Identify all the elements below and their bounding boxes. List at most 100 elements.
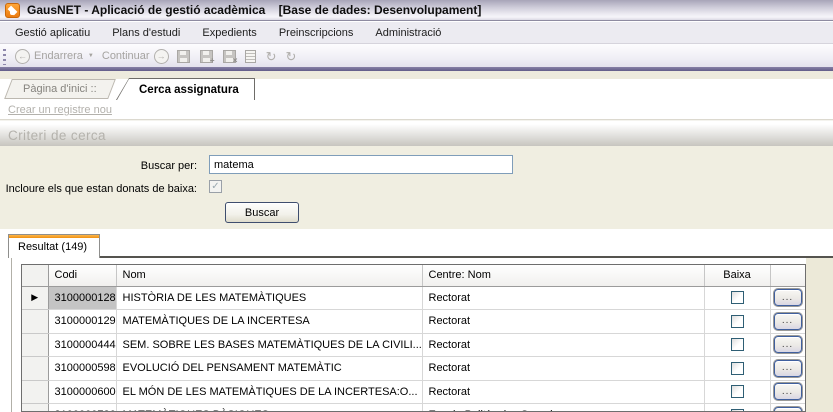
cell-centre[interactable]: Escola Politècnica Superior — [422, 403, 705, 411]
title-bar: GausNET - Aplicació de gestió acadèmica … — [0, 0, 833, 21]
back-button-label: Endarrera — [34, 50, 83, 62]
tab-pagina-inici[interactable]: Pàgina d'inici :: — [4, 79, 116, 99]
row-detail-button[interactable]: ... — [773, 383, 802, 401]
tab-resultat-label: Resultat (149) — [18, 240, 88, 253]
toolbar: ← Endarrera ▼ Continuar → + × ↻ ↻ — [0, 44, 833, 71]
save-add-icon: + — [209, 55, 215, 65]
include-inactive-checkbox[interactable]: ✓ — [209, 180, 222, 193]
row-selector-cell[interactable] — [22, 333, 49, 357]
column-header-nom[interactable]: Nom — [116, 265, 423, 287]
baixa-checkbox[interactable] — [730, 338, 744, 352]
row-detail-button[interactable]: ... — [773, 312, 802, 330]
menu-item-gestio-aplicatiu[interactable]: Gestió aplicatiu — [4, 24, 101, 42]
refresh-button[interactable]: ↻ — [266, 50, 277, 63]
cell-codi[interactable]: 3100000444 — [48, 333, 117, 357]
cell-centre[interactable]: Rectorat — [422, 356, 705, 381]
criteria-section-body: Buscar per: Incloure els que estan donat… — [0, 146, 833, 229]
cell-nom[interactable]: MATEMÀTIQUES DE LA INCERTESA — [116, 309, 423, 334]
criteria-section-header: Criteri de cerca — [0, 124, 833, 146]
cell-baixa — [704, 286, 771, 310]
search-button[interactable]: Buscar — [225, 202, 299, 223]
column-header-centre[interactable]: Centre: Nom — [422, 265, 705, 287]
menu-item-administracio[interactable]: Administració — [364, 24, 452, 42]
refresh-all-button[interactable]: ↻ — [285, 50, 296, 63]
cell-codi[interactable]: 3100000129 — [48, 309, 117, 334]
row-selector-cell[interactable] — [22, 380, 49, 404]
back-button[interactable]: ← Endarrera — [12, 48, 86, 67]
row-detail-button[interactable]: ... — [773, 289, 802, 307]
save-close-icon: × — [232, 55, 238, 65]
cell-nom[interactable]: EL MÓN DE LES MATEMÀTIQUES DE LA INCERTE… — [116, 380, 423, 404]
cell-baixa — [704, 309, 771, 334]
column-header-baixa[interactable]: Baixa — [704, 265, 771, 287]
table-row: ▶ 3100000128 HISTÒRIA DE LES MATEMÀTIQUE… — [22, 286, 805, 310]
baixa-checkbox[interactable] — [730, 361, 744, 375]
cell-baixa — [704, 333, 771, 357]
cell-baixa — [704, 380, 771, 404]
cell-actions: ... — [770, 286, 805, 310]
row-selector-cell[interactable] — [22, 356, 49, 381]
menu-item-plans-destudi[interactable]: Plans d'estudi — [101, 24, 191, 42]
forward-circle-icon: → — [153, 48, 169, 64]
cell-nom[interactable]: MATEMÀTIQUES BÀSIQUES — [116, 403, 423, 411]
tab-resultat[interactable]: Resultat (149) — [8, 234, 100, 258]
save-button[interactable] — [176, 49, 190, 63]
back-dropdown-caret-icon[interactable]: ▼ — [88, 53, 94, 59]
cell-codi[interactable]: 3100000726 — [48, 403, 117, 411]
table-row: 3100000129 MATEMÀTIQUES DE LA INCERTESA … — [22, 309, 805, 334]
graduation-cap-icon — [5, 2, 20, 18]
baixa-checkbox[interactable] — [730, 385, 744, 399]
cell-actions: ... — [770, 380, 805, 404]
menu-item-preinscripcions[interactable]: Preinscripcions — [268, 24, 365, 42]
cell-actions: ... — [770, 403, 805, 411]
row-detail-button[interactable]: ... — [773, 336, 802, 354]
cell-nom[interactable]: EVOLUCIÓ DEL PENSAMENT MATEMÀTIC — [116, 356, 423, 381]
column-header-actions — [770, 265, 805, 287]
search-field-label: Buscar per: — [140, 160, 197, 172]
toolbar-grip-handle[interactable] — [3, 48, 6, 65]
cell-centre[interactable]: Rectorat — [422, 333, 705, 357]
cell-baixa — [704, 403, 771, 411]
include-inactive-label: Incloure els que estan donats de baixa: — [5, 183, 197, 195]
back-circle-icon: ← — [15, 48, 30, 64]
save-and-close-button[interactable]: × — [222, 49, 238, 65]
save-and-new-button[interactable]: + — [199, 49, 215, 65]
cell-codi[interactable]: 3100000128 — [48, 286, 117, 310]
tab-pagina-inici-label: Pàgina d'inici :: — [23, 83, 97, 95]
cell-nom[interactable]: HISTÒRIA DE LES MATEMÀTIQUES — [116, 286, 423, 310]
baixa-checkbox[interactable] — [730, 314, 744, 328]
tab-cerca-assignatura[interactable]: Cerca assignatura — [116, 78, 255, 100]
section-divider — [0, 119, 833, 121]
menu-item-expedients[interactable]: Expedients — [191, 24, 267, 42]
column-header-codi[interactable]: Codi — [48, 265, 117, 287]
row-selector-cell[interactable] — [22, 403, 49, 411]
results-grid: Codi Nom Centre: Nom Baixa ▶ 3100000128 … — [21, 264, 806, 412]
table-row: 3100000600 EL MÓN DE LES MATEMÀTIQUES DE… — [22, 380, 805, 404]
cell-actions: ... — [770, 309, 805, 334]
table-row: 3100000598 EVOLUCIÓ DEL PENSAMENT MATEMÀ… — [22, 356, 805, 381]
result-panel-left-border — [11, 258, 12, 412]
app-window: GausNET - Aplicació de gestió acadèmica … — [0, 0, 833, 412]
report-button[interactable] — [244, 49, 256, 63]
create-new-record-link[interactable]: Crear un registre nou — [8, 104, 112, 116]
cell-centre[interactable]: Rectorat — [422, 309, 705, 334]
search-input[interactable] — [209, 155, 513, 174]
forward-button[interactable]: Continuar → — [99, 48, 172, 67]
row-detail-button[interactable]: ... — [773, 406, 802, 411]
cell-centre[interactable]: Rectorat — [422, 286, 705, 310]
grid-header-row: Codi Nom Centre: Nom Baixa — [22, 265, 805, 287]
cell-codi[interactable]: 3100000598 — [48, 356, 117, 381]
row-detail-button[interactable]: ... — [773, 359, 802, 377]
table-row: 3100000726 MATEMÀTIQUES BÀSIQUES Escola … — [22, 403, 805, 411]
tab-cerca-assignatura-label: Cerca assignatura — [117, 79, 254, 100]
cell-centre[interactable]: Rectorat — [422, 380, 705, 404]
window-title: GausNET - Aplicació de gestió acadèmica … — [27, 3, 482, 17]
form-background-strip — [0, 71, 833, 79]
baixa-checkbox[interactable] — [730, 291, 744, 305]
row-selector-cell[interactable]: ▶ — [22, 286, 49, 310]
forward-button-label: Continuar — [101, 50, 150, 62]
cell-nom[interactable]: SEM. SOBRE LES BASES MATEMÀTIQUES DE LA … — [116, 333, 423, 357]
cell-codi[interactable]: 3100000600 — [48, 380, 117, 404]
table-row: 3100000444 SEM. SOBRE LES BASES MATEMÀTI… — [22, 333, 805, 357]
row-selector-cell[interactable] — [22, 309, 49, 334]
